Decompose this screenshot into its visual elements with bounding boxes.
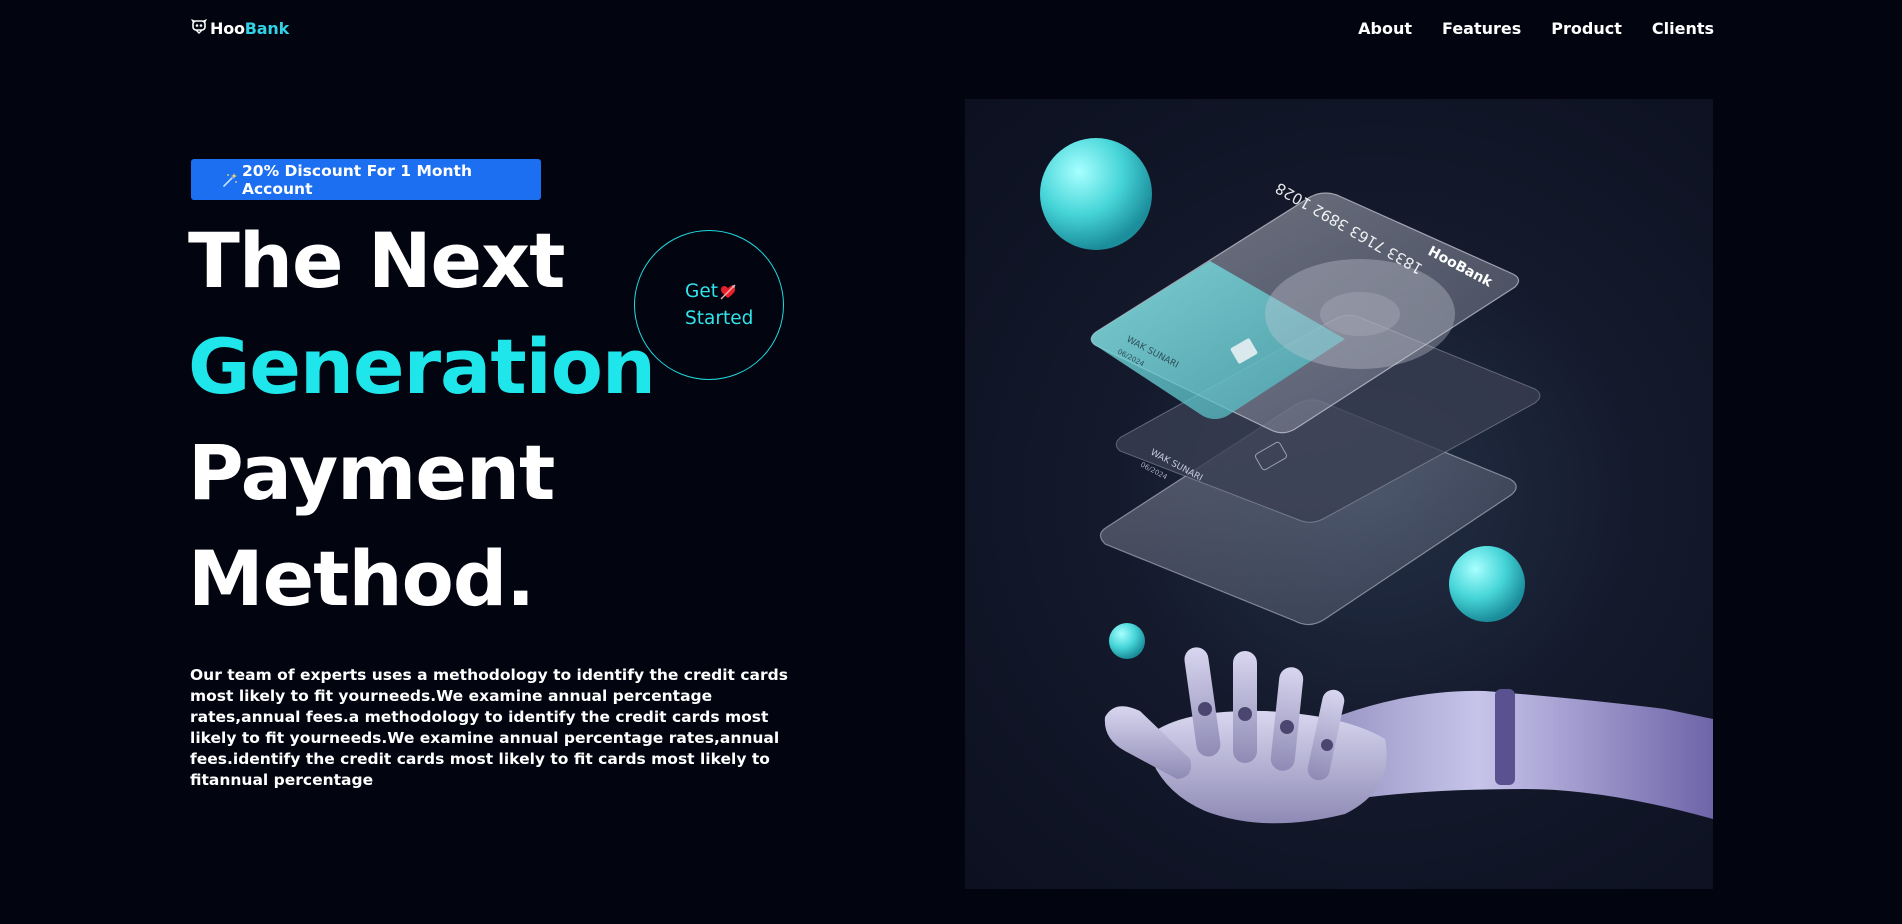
discount-badge-text: 20% Discount For 1 Month Account [242, 161, 472, 198]
headline-line-3: Payment [188, 428, 555, 517]
finger-joint-1 [1198, 702, 1212, 716]
hero-headline: The Next Generation Payment Method. [188, 208, 656, 632]
hero-description: Our team of experts uses a methodology t… [190, 666, 788, 789]
arrow-heart-icon [719, 283, 737, 301]
sphere-medium [1449, 546, 1525, 622]
get-started-label-line2: Started [685, 308, 754, 329]
nav-link-product[interactable]: Product [1551, 19, 1622, 38]
hero-illustration: WAK SUNARI 06/2024 WAK SUNARI 06/2024 18… [965, 99, 1713, 889]
get-started-label-line1: Get [685, 281, 718, 302]
main-nav: About Features Product Clients [1358, 19, 1714, 38]
cards-robot-hand-illustration: WAK SUNARI 06/2024 WAK SUNARI 06/2024 18… [1040, 138, 1713, 824]
card-emboss-inner [1320, 292, 1400, 336]
brand-name-part1: Hoo [210, 18, 245, 38]
discount-badge: 20% Discount For 1 Month Account [191, 159, 541, 200]
robot-head-icon [190, 18, 210, 38]
headline-line-2: Generation [188, 322, 656, 411]
brand-logo[interactable]: Hoo Bank [190, 18, 289, 38]
finger-joint-3 [1280, 720, 1294, 734]
magic-wand-icon [222, 172, 238, 188]
finger-joint-4 [1321, 739, 1333, 751]
headline-line-4: Method. [188, 534, 535, 623]
nav-link-features[interactable]: Features [1442, 19, 1521, 38]
brand-name-part2: Bank [244, 18, 290, 38]
robot-wrist-band [1495, 689, 1515, 785]
nav-link-clients[interactable]: Clients [1652, 19, 1714, 38]
get-started-button[interactable]: Get Started [634, 230, 784, 380]
nav-link-about[interactable]: About [1358, 19, 1412, 38]
landing-page: Hoo Bank About Features Product Clients 2… [0, 0, 1902, 924]
headline-line-1: The Next [188, 216, 565, 305]
finger-joint-2 [1238, 707, 1252, 721]
sphere-large [1040, 138, 1152, 250]
sphere-small [1109, 623, 1145, 659]
